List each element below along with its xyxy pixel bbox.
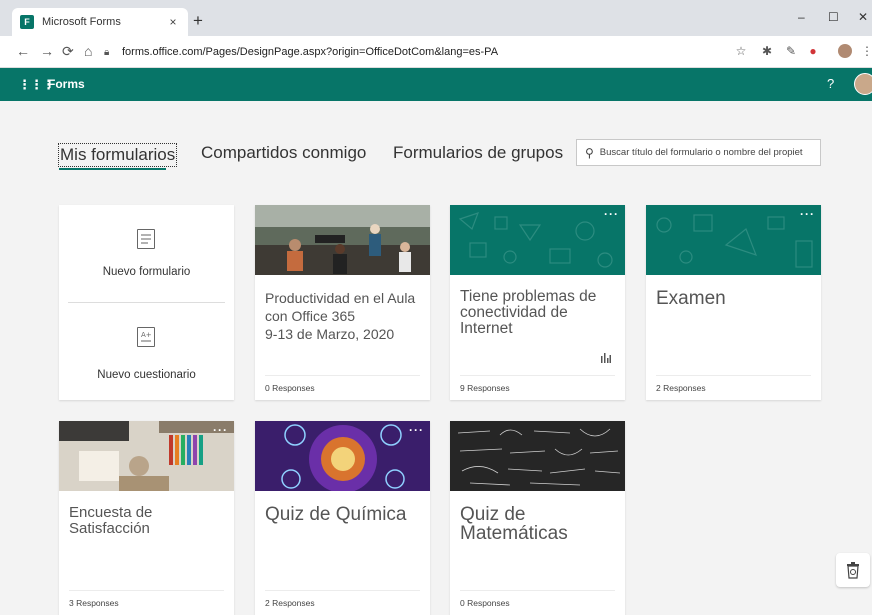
search-placeholder: Buscar título del formulario o nombre de… bbox=[599, 147, 803, 158]
tab-title: Microsoft Forms bbox=[42, 16, 121, 28]
card-title-line: 9-13 de Marzo, 2020 bbox=[265, 326, 395, 342]
card-title-line: Quiz de bbox=[460, 504, 526, 525]
card-title-line: Encuesta de bbox=[69, 504, 153, 521]
card-title: Productividad en el Aula con Office 365 … bbox=[265, 289, 420, 343]
card-image-teal-pattern: ··· bbox=[450, 205, 625, 275]
search-input[interactable]: ⚲ Buscar título del formulario o nombre … bbox=[576, 139, 821, 166]
new-quiz-button[interactable]: A+ Nuevo cuestionario bbox=[59, 303, 234, 400]
help-icon[interactable]: ? bbox=[827, 76, 834, 91]
browser-tab-bar: F Microsoft Forms × + – ☐ ✕ bbox=[0, 0, 872, 36]
new-quiz-label: Nuevo cuestionario bbox=[97, 369, 196, 381]
chart-icon bbox=[601, 353, 611, 366]
close-window-button[interactable]: ✕ bbox=[858, 10, 868, 24]
back-arrow-icon[interactable]: ← bbox=[16, 43, 30, 59]
browser-tab[interactable]: F Microsoft Forms × bbox=[12, 8, 188, 36]
new-form-label: Nuevo formulario bbox=[102, 266, 191, 278]
maximize-button[interactable]: ☐ bbox=[828, 10, 839, 24]
form-card-conectividad[interactable]: ··· Tiene problemas de conectividad de I… bbox=[450, 205, 625, 400]
card-title-line: Matemáticas bbox=[460, 523, 568, 544]
card-responses: 2 Responses bbox=[656, 375, 811, 400]
search-icon: ⚲ bbox=[585, 145, 594, 160]
star-icon[interactable]: ☆ bbox=[734, 44, 748, 58]
card-title-line: Satisfacción bbox=[69, 520, 150, 537]
reload-icon[interactable]: ⟳ bbox=[62, 43, 74, 60]
more-icon[interactable]: ··· bbox=[409, 423, 424, 437]
forms-favicon-icon: F bbox=[20, 15, 34, 29]
minimize-button[interactable]: – bbox=[798, 10, 805, 24]
browser-menu-icon[interactable]: ⋮ bbox=[860, 44, 872, 58]
extension-pin-icon[interactable]: ✎ bbox=[784, 44, 798, 58]
recycle-bin-button[interactable] bbox=[836, 553, 870, 587]
url-input[interactable]: 🔒︎ forms.office.com/Pages/DesignPage.asp… bbox=[104, 41, 762, 63]
address-bar-row: ← → ⟳ ⌂ 🔒︎ forms.office.com/Pages/Design… bbox=[0, 36, 872, 68]
extension-record-icon[interactable]: ● bbox=[806, 44, 820, 58]
new-form-button[interactable]: Nuevo formulario bbox=[59, 205, 234, 302]
card-responses: 2 Responses bbox=[265, 590, 420, 615]
more-icon[interactable]: ··· bbox=[213, 423, 228, 437]
profile-avatar-icon[interactable] bbox=[838, 44, 852, 58]
tab-close-icon[interactable]: × bbox=[166, 15, 180, 29]
card-title-line: con Office 365 bbox=[265, 308, 356, 324]
form-card-matematicas[interactable]: Quiz de Matemáticas 0 Responses bbox=[450, 421, 625, 615]
home-icon[interactable]: ⌂ bbox=[84, 43, 92, 59]
card-responses: 3 Responses bbox=[69, 590, 224, 615]
new-quiz-icon: A+ bbox=[137, 327, 155, 347]
app-name[interactable]: Forms bbox=[48, 77, 85, 91]
card-image-purple-flower: ··· bbox=[255, 421, 430, 491]
svg-text:A+: A+ bbox=[141, 331, 152, 339]
tab-group-forms[interactable]: Formularios de grupos bbox=[393, 143, 563, 163]
card-title: Examen bbox=[656, 288, 726, 309]
forward-arrow-icon[interactable]: → bbox=[40, 43, 54, 59]
card-image-teal-pattern: ··· bbox=[646, 205, 821, 275]
more-icon[interactable]: ··· bbox=[800, 207, 815, 221]
card-responses: 9 Responses bbox=[460, 375, 615, 400]
form-card-productividad[interactable]: Productividad en el Aula con Office 365 … bbox=[255, 205, 430, 400]
new-form-icon bbox=[137, 229, 155, 249]
card-title-line: Productividad en el Aula bbox=[265, 290, 416, 306]
card-title-line: conectividad de bbox=[460, 304, 568, 321]
avatar[interactable] bbox=[854, 73, 872, 95]
forms-app-bar: ⋮⋮⋮ Forms ? bbox=[0, 68, 872, 101]
active-tab-underline bbox=[59, 168, 166, 170]
card-title-line: Internet bbox=[460, 320, 513, 337]
card-title: Encuesta de Satisfacción bbox=[69, 505, 224, 537]
url-text: forms.office.com/Pages/DesignPage.aspx?o… bbox=[122, 46, 499, 58]
card-image-chalkboard-math bbox=[450, 421, 625, 491]
tab-shared-with-me[interactable]: Compartidos conmigo bbox=[201, 143, 366, 163]
card-responses: 0 Responses bbox=[265, 375, 420, 400]
recycle-bin-icon bbox=[847, 562, 859, 579]
new-form-card: Nuevo formulario A+ Nuevo cuestionario bbox=[59, 205, 234, 400]
tab-my-forms[interactable]: Mis formularios bbox=[58, 143, 178, 167]
more-icon[interactable]: ··· bbox=[604, 207, 619, 221]
new-tab-button[interactable]: + bbox=[193, 12, 203, 30]
form-card-encuesta[interactable]: ··· Encuesta de Satisfacción 3 Responses bbox=[59, 421, 234, 615]
extension-icon[interactable]: ✱ bbox=[760, 44, 774, 58]
form-card-examen[interactable]: ··· Examen 2 Responses bbox=[646, 205, 821, 400]
card-responses: 0 Responses bbox=[460, 590, 615, 615]
card-title: Quiz de Matemáticas bbox=[460, 505, 615, 543]
card-title: Tiene problemas de conectividad de Inter… bbox=[460, 289, 615, 337]
card-title-line: Tiene problemas de bbox=[460, 288, 597, 305]
card-title: Quiz de Química bbox=[265, 504, 407, 525]
card-image-office-photo bbox=[255, 205, 430, 275]
card-image-design-desk-photo: ··· bbox=[59, 421, 234, 491]
form-card-quimica[interactable]: ··· Quiz de Química 2 Responses bbox=[255, 421, 430, 615]
lock-icon: 🔒︎ bbox=[104, 46, 110, 58]
